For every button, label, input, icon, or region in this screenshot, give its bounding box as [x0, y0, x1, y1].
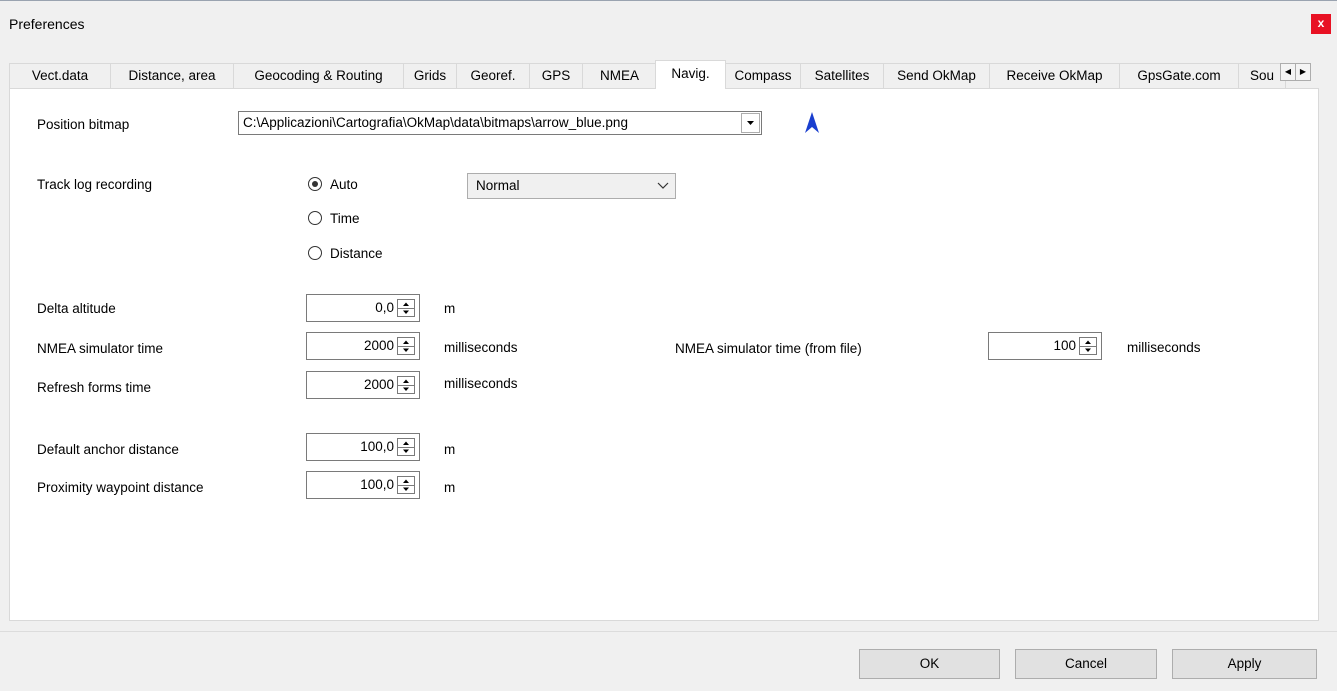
radio-auto[interactable]	[308, 177, 322, 191]
tab-scroll-right-icon[interactable]: ▶	[1295, 63, 1311, 81]
footer-divider	[0, 631, 1337, 632]
nmea-sim-time-unit: milliseconds	[444, 340, 518, 355]
position-bitmap-combo[interactable]: C:\Applicazioni\Cartografia\OkMap\data\b…	[238, 111, 762, 135]
delta-altitude-unit: m	[444, 301, 456, 316]
updown-arrows-icon	[403, 379, 409, 391]
tab-panel-navig: Position bitmap C:\Applicazioni\Cartogra…	[9, 88, 1319, 621]
tab-gps[interactable]: GPS	[529, 63, 583, 88]
proximity-waypoint-value: 100,0	[360, 477, 394, 492]
tab-georef[interactable]: Georef.	[456, 63, 530, 88]
proximity-waypoint-label: Proximity waypoint distance	[37, 480, 204, 495]
updown-arrows-icon	[403, 479, 409, 491]
tab-vect-data[interactable]: Vect.data	[9, 63, 111, 88]
updown-arrows-icon	[403, 441, 409, 453]
arrow-preview-icon	[805, 112, 819, 133]
nmea-sim-time-file-unit: milliseconds	[1127, 340, 1201, 355]
position-bitmap-label: Position bitmap	[37, 117, 130, 132]
track-log-label: Track log recording	[37, 177, 153, 192]
spinner-updown-icon[interactable]	[397, 337, 415, 355]
spinner-updown-icon[interactable]	[1079, 337, 1097, 355]
chevron-down-icon	[747, 121, 754, 125]
refresh-forms-time-value: 2000	[363, 377, 394, 392]
spinner-updown-icon[interactable]	[397, 438, 415, 456]
tab-sou[interactable]: Sou	[1238, 63, 1286, 88]
close-button[interactable]: x	[1311, 14, 1331, 34]
updown-arrows-icon	[1085, 340, 1091, 352]
nmea-sim-time-file-value: 100	[1053, 338, 1076, 353]
tab-strip: Vect.data Distance, area Geocoding & Rou…	[9, 60, 1319, 89]
tab-compass[interactable]: Compass	[725, 63, 801, 88]
radio-time[interactable]	[308, 211, 322, 225]
position-bitmap-dropdown-button[interactable]	[741, 113, 760, 133]
default-anchor-unit: m	[444, 442, 456, 457]
nmea-sim-time-value: 2000	[363, 338, 394, 353]
radio-selected-dot	[312, 181, 318, 187]
nmea-sim-time-file-spinner[interactable]: 100	[988, 332, 1102, 360]
delta-altitude-label: Delta altitude	[37, 301, 116, 316]
default-anchor-value: 100,0	[360, 439, 394, 454]
proximity-waypoint-unit: m	[444, 480, 456, 495]
chevron-down-icon	[657, 182, 669, 189]
refresh-forms-time-label: Refresh forms time	[37, 380, 152, 395]
delta-altitude-spinner[interactable]: 0,0	[306, 294, 420, 322]
default-anchor-spinner[interactable]: 100,0	[306, 433, 420, 461]
radio-distance-label: Distance	[330, 246, 383, 261]
window-border	[0, 0, 1337, 1]
tab-scroll-left-icon[interactable]: ◀	[1280, 63, 1296, 81]
apply-button[interactable]: Apply	[1172, 649, 1317, 679]
cancel-button[interactable]: Cancel	[1015, 649, 1157, 679]
updown-arrows-icon	[403, 340, 409, 352]
track-log-mode-select[interactable]: Normal	[467, 173, 676, 199]
refresh-forms-time-unit: milliseconds	[444, 376, 518, 391]
nmea-sim-time-spinner[interactable]: 2000	[306, 332, 420, 360]
nmea-sim-time-file-label: NMEA simulator time (from file)	[675, 341, 862, 356]
tab-grids[interactable]: Grids	[403, 63, 457, 88]
tab-receive-okmap[interactable]: Receive OkMap	[989, 63, 1120, 88]
window-title: Preferences	[9, 16, 85, 32]
updown-arrows-icon	[403, 302, 409, 314]
title-bar: Preferences x	[0, 0, 1337, 50]
ok-button[interactable]: OK	[859, 649, 1000, 679]
delta-altitude-value: 0,0	[375, 300, 394, 315]
position-bitmap-value: C:\Applicazioni\Cartografia\OkMap\data\b…	[243, 115, 628, 130]
radio-time-label: Time	[330, 211, 360, 226]
radio-distance[interactable]	[308, 246, 322, 260]
track-log-mode-value: Normal	[476, 178, 520, 193]
tab-send-okmap[interactable]: Send OkMap	[883, 63, 990, 88]
tab-navig[interactable]: Navig.	[655, 60, 726, 89]
default-anchor-label: Default anchor distance	[37, 442, 179, 457]
proximity-waypoint-spinner[interactable]: 100,0	[306, 471, 420, 499]
tab-satellites[interactable]: Satellites	[800, 63, 884, 88]
refresh-forms-time-spinner[interactable]: 2000	[306, 371, 420, 399]
radio-auto-label: Auto	[330, 177, 358, 192]
nmea-sim-time-label: NMEA simulator time	[37, 341, 164, 356]
spinner-updown-icon[interactable]	[397, 476, 415, 494]
tab-gpsgate[interactable]: GpsGate.com	[1119, 63, 1239, 88]
spinner-updown-icon[interactable]	[397, 299, 415, 317]
tab-nmea[interactable]: NMEA	[582, 63, 657, 88]
spinner-updown-icon[interactable]	[397, 376, 415, 394]
tab-distance-area[interactable]: Distance, area	[110, 63, 234, 88]
tab-geocoding-routing[interactable]: Geocoding & Routing	[233, 63, 404, 88]
